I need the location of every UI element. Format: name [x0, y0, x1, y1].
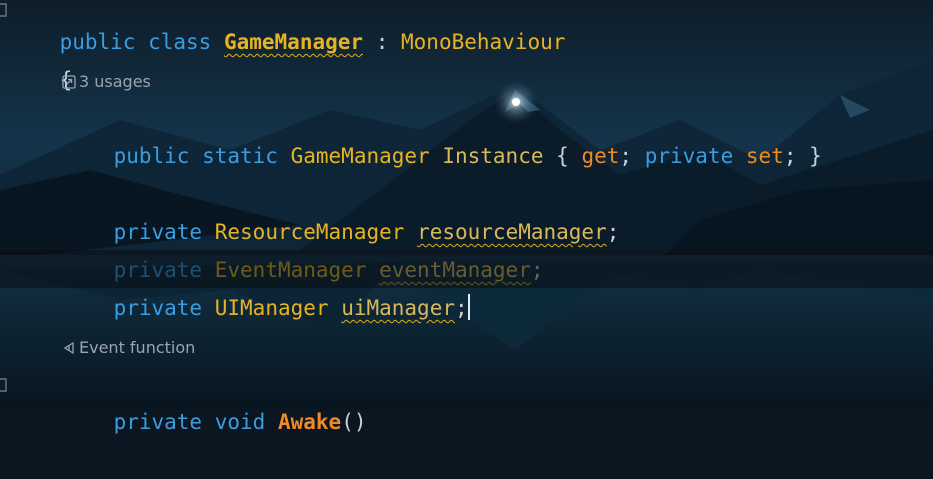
brace-open: { — [556, 144, 569, 168]
text-caret — [467, 294, 470, 320]
class-declaration-line[interactable]: public class GameManager : MonoBehaviour — [0, 0, 566, 54]
base-type[interactable]: MonoBehaviour — [401, 30, 565, 54]
event-function-label: Event function — [79, 338, 196, 357]
awake-method-line[interactable]: private void Awake() — [0, 365, 367, 434]
field-name[interactable]: uiManager — [341, 296, 455, 320]
semicolon: ; — [783, 144, 797, 168]
set-accessor: set — [745, 144, 784, 168]
brace-close: } — [809, 144, 822, 168]
class-name[interactable]: GameManager — [224, 30, 363, 54]
keyword-class: class — [148, 30, 212, 54]
field-line-event-manager[interactable]: private EventManager eventManager; — [0, 213, 544, 282]
colon: : — [375, 30, 389, 54]
field-type[interactable]: UIManager — [215, 296, 329, 320]
open-brace-line[interactable]: { — [0, 23, 73, 92]
keyword-private: private — [113, 410, 203, 434]
keyword-private: private — [113, 296, 203, 320]
gutter-marker-icon[interactable] — [0, 377, 8, 392]
keyword-void: void — [214, 410, 266, 434]
keyword-public: public — [113, 144, 190, 168]
semicolon: ; — [606, 220, 620, 244]
field-line-resource-manager[interactable]: private ResourceManager resourceManager; — [0, 175, 620, 244]
usages-hint[interactable]: 3 usages — [62, 70, 151, 94]
event-function-hint[interactable]: Event function — [62, 336, 195, 360]
property-name[interactable]: Instance — [442, 144, 543, 168]
keyword-static: static — [202, 144, 278, 168]
arrow-up-right-box-icon — [62, 72, 79, 91]
semicolon: ; — [455, 296, 468, 320]
gutter-marker-icon[interactable] — [0, 2, 8, 17]
method-name[interactable]: Awake — [278, 410, 341, 434]
unity-event-icon — [62, 338, 79, 357]
parens: () — [341, 410, 367, 434]
usages-label: 3 usages — [79, 72, 151, 91]
semicolon: ; — [619, 144, 633, 168]
instance-property-line[interactable]: public static GameManager Instance { get… — [0, 99, 822, 168]
get-accessor: get — [581, 144, 620, 168]
property-type[interactable]: GameManager — [291, 144, 430, 168]
keyword-private: private — [644, 144, 734, 168]
code-editor[interactable]: public class GameManager : MonoBehaviour… — [0, 0, 933, 434]
field-line-ui-manager[interactable]: private UIManager uiManager; — [0, 251, 470, 320]
